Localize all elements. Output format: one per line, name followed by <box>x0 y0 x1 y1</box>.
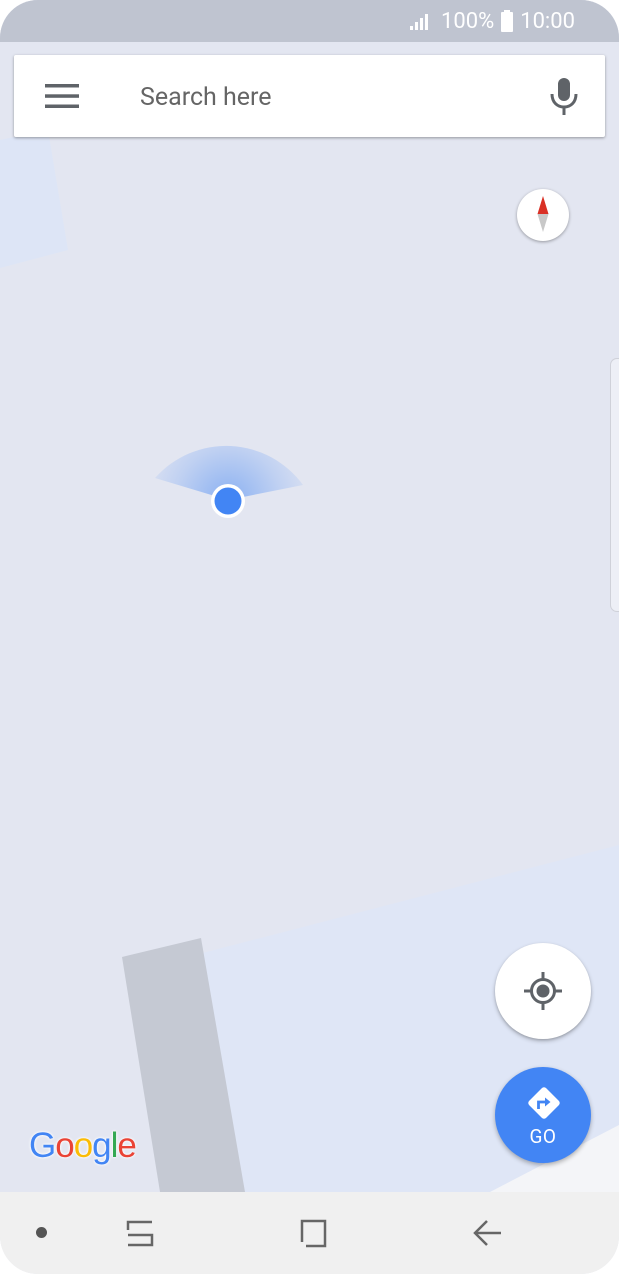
menu-icon[interactable] <box>45 82 79 110</box>
edge-panel-handle[interactable] <box>610 358 619 612</box>
navigation-bar <box>0 1192 619 1274</box>
compass-button[interactable] <box>517 189 569 241</box>
google-logo-letter: G <box>29 1126 56 1165</box>
directions-icon <box>528 1087 560 1119</box>
location-dot <box>214 487 242 515</box>
my-location-icon <box>524 972 562 1010</box>
status-time: 10:00 <box>520 8 575 34</box>
phone-screen: 100% 10:00 Search here GO Google <box>0 0 619 1274</box>
home-icon[interactable] <box>297 1216 329 1250</box>
battery-percent: 100% <box>440 8 495 34</box>
search-input[interactable] <box>138 73 522 121</box>
mic-icon[interactable] <box>549 78 579 116</box>
search-bar[interactable] <box>14 55 605 137</box>
go-label: GO <box>529 1125 557 1148</box>
google-logo-letter: o <box>73 1126 93 1165</box>
go-button[interactable]: GO <box>495 1067 591 1163</box>
nav-dot-icon[interactable] <box>36 1227 47 1238</box>
map-area-top-left <box>0 130 68 268</box>
compass-icon <box>537 196 549 232</box>
signal-icon <box>409 14 428 30</box>
battery-icon <box>501 10 514 32</box>
google-logo: Google <box>29 1126 137 1166</box>
google-logo-letter: e <box>117 1126 136 1165</box>
google-logo-letter: g <box>92 1126 111 1165</box>
google-logo-letter: o <box>55 1126 74 1165</box>
my-location-button[interactable] <box>495 943 591 1039</box>
recents-icon[interactable] <box>124 1216 156 1250</box>
back-icon[interactable] <box>471 1218 503 1248</box>
status-bar: 100% 10:00 <box>0 0 619 42</box>
status-icons: 100% 10:00 <box>409 7 575 35</box>
